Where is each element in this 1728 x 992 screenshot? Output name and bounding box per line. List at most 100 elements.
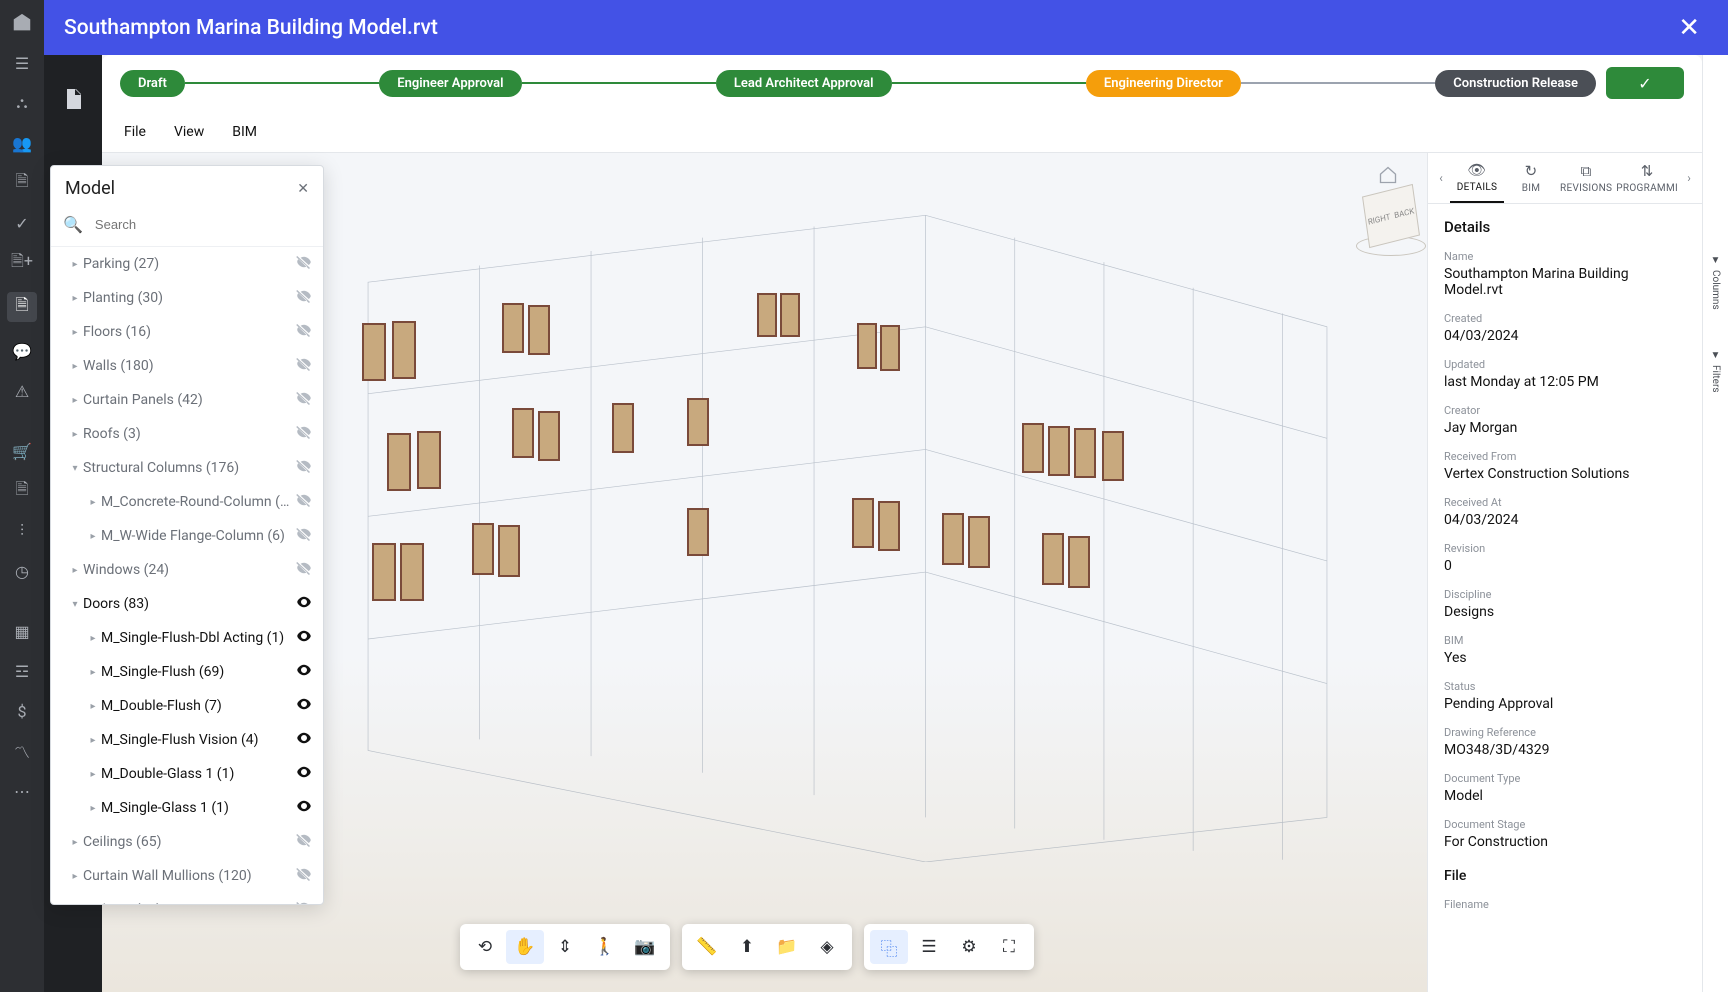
eye-off-icon[interactable] — [295, 287, 313, 309]
cube-tool[interactable]: ◈ — [808, 930, 846, 964]
menu-file[interactable]: File — [124, 124, 146, 140]
tree-item[interactable]: ▸M_Single-Flush-Dbl Acting (1) — [51, 621, 323, 655]
tree-item[interactable]: ▸Windows (24) — [51, 553, 323, 587]
columns-toggle[interactable]: ▼Columns — [1710, 255, 1721, 310]
tree-item[interactable]: ▸M_Single-Flush (69) — [51, 655, 323, 689]
home-icon[interactable] — [1378, 165, 1398, 185]
menu-view[interactable]: View — [174, 124, 204, 140]
logo-icon[interactable] — [11, 12, 33, 34]
eye-off-icon[interactable] — [295, 423, 313, 445]
workflow-step-engineer[interactable]: Engineer Approval — [379, 70, 521, 97]
model-search-input[interactable] — [91, 211, 311, 238]
caret-icon[interactable]: ▸ — [69, 327, 81, 338]
add-doc-icon[interactable]: 🗎+ — [11, 252, 33, 274]
close-button[interactable]: ✕ — [1670, 9, 1708, 47]
dollar-icon[interactable]: $ — [11, 700, 33, 722]
tree-item[interactable]: ▸Ceilings (65) — [51, 825, 323, 859]
tree-item[interactable]: ▸Parking (27) — [51, 247, 323, 281]
tree-item[interactable]: ▸Roofs (3) — [51, 417, 323, 451]
more-icon[interactable]: ⋯ — [11, 780, 33, 802]
tab-details[interactable]: 👁DETAILS — [1450, 153, 1504, 203]
folder-tool[interactable]: 📁 — [768, 930, 806, 964]
caret-icon[interactable]: ▸ — [69, 837, 81, 848]
tab-bim[interactable]: ↻BIM — [1504, 154, 1558, 202]
caret-icon[interactable]: ▸ — [69, 429, 81, 440]
eye-off-icon[interactable] — [295, 831, 313, 853]
caret-icon[interactable]: ▾ — [69, 599, 81, 610]
tabs-next[interactable]: › — [1680, 171, 1698, 185]
caret-icon[interactable]: ▸ — [87, 769, 99, 780]
approve-button[interactable]: ✓ — [1606, 67, 1684, 99]
eye-open-icon[interactable] — [295, 695, 313, 717]
settings-tool[interactable]: ⚙ — [950, 930, 988, 964]
eye-open-icon[interactable] — [295, 627, 313, 649]
tree-item[interactable]: ▸M_Single-Flush Vision (4) — [51, 723, 323, 757]
menu-bim[interactable]: BIM — [232, 124, 257, 140]
eye-open-icon[interactable] — [295, 797, 313, 819]
file-active-icon[interactable]: 🗎 — [7, 292, 37, 322]
people-icon[interactable]: 👥 — [11, 132, 33, 154]
org-icon[interactable]: ⛬ — [11, 92, 33, 114]
caret-icon[interactable]: ▸ — [69, 293, 81, 304]
viewcube[interactable]: RIGHTBACK — [1348, 190, 1433, 275]
walk-tool[interactable]: 🚶 — [586, 930, 624, 964]
section-tool[interactable]: ⬆ — [728, 930, 766, 964]
model-panel-close[interactable]: ✕ — [297, 181, 309, 197]
tab-programming[interactable]: ⇅PROGRAMMI — [1614, 154, 1680, 202]
fullscreen-tool[interactable]: ⛶ — [990, 930, 1028, 964]
anchor-tool[interactable]: ⇕ — [546, 930, 584, 964]
caret-icon[interactable]: ▸ — [87, 667, 99, 678]
tree-item[interactable]: ▾Doors (83) — [51, 587, 323, 621]
measure-tool[interactable]: 📏 — [688, 930, 726, 964]
caret-icon[interactable]: ▾ — [69, 463, 81, 474]
model-tree[interactable]: ▸Parking (27)▸Planting (30)▸Floors (16)▸… — [51, 247, 323, 904]
doc-icon[interactable]: 🗎 — [11, 172, 33, 194]
clock-icon[interactable]: ◷ — [11, 560, 33, 582]
caret-icon[interactable]: ▸ — [87, 701, 99, 712]
rows-icon[interactable]: ☲ — [11, 660, 33, 682]
workflow-step-construction-release[interactable]: Construction Release — [1435, 70, 1596, 97]
caret-icon[interactable]: ▸ — [87, 735, 99, 746]
tabs-prev[interactable]: ‹ — [1432, 171, 1450, 185]
caret-icon[interactable]: ▸ — [69, 361, 81, 372]
camera-tool[interactable]: 📷 — [626, 930, 664, 964]
eye-off-icon[interactable] — [295, 355, 313, 377]
eye-off-icon[interactable] — [295, 389, 313, 411]
chart-icon[interactable]: 〽 — [11, 740, 33, 762]
page-icon[interactable]: 🗎 — [11, 480, 33, 502]
tree-item[interactable]: ▸Walls (180) — [51, 349, 323, 383]
grid-icon[interactable]: ▦ — [11, 620, 33, 642]
drag-icon[interactable]: ⫶ — [11, 520, 33, 542]
tree-item[interactable]: ▸Curtain Wall Mullions (120) — [51, 859, 323, 893]
caret-icon[interactable]: ▸ — [69, 871, 81, 882]
workflow-step-lead-architect[interactable]: Lead Architect Approval — [716, 70, 892, 97]
tree-item[interactable]: ▸Curtain Panels (42) — [51, 383, 323, 417]
eye-off-icon[interactable] — [295, 457, 313, 479]
eye-off-icon[interactable] — [295, 865, 313, 887]
caret-icon[interactable]: ▸ — [87, 803, 99, 814]
eye-off-icon[interactable] — [295, 253, 313, 275]
caret-icon[interactable]: ▸ — [69, 259, 81, 270]
eye-open-icon[interactable] — [295, 729, 313, 751]
tree-item[interactable]: ▸Planting (30) — [51, 281, 323, 315]
tree-item[interactable]: ▸M_Single-Glass 1 (1) — [51, 791, 323, 825]
caret-icon[interactable]: ▸ — [69, 565, 81, 576]
tree-item[interactable]: ▸M_W-Wide Flange-Column (6) — [51, 519, 323, 553]
workflow-step-draft[interactable]: Draft — [120, 70, 185, 97]
eye-off-icon[interactable] — [295, 899, 313, 904]
document-icon[interactable] — [61, 85, 85, 113]
tree-item[interactable]: ▾Structural Columns (176) — [51, 451, 323, 485]
filters-toggle[interactable]: ▼Filters — [1710, 350, 1721, 393]
list-icon[interactable]: ☰ — [11, 52, 33, 74]
caret-icon[interactable]: ▸ — [87, 497, 99, 508]
warn-icon[interactable]: ⚠ — [11, 380, 33, 402]
tree-item[interactable]: ▸M_Concrete-Round-Column (170) — [51, 485, 323, 519]
pan-tool[interactable]: ✋ — [506, 930, 544, 964]
tree-item[interactable]: ▾Railings (22) — [51, 893, 323, 904]
eye-off-icon[interactable] — [295, 559, 313, 581]
eye-open-icon[interactable] — [295, 763, 313, 785]
eye-open-icon[interactable] — [295, 661, 313, 683]
caret-icon[interactable]: ▸ — [87, 531, 99, 542]
caret-icon[interactable]: ▸ — [87, 633, 99, 644]
cart-icon[interactable]: 🛒 — [11, 440, 33, 462]
